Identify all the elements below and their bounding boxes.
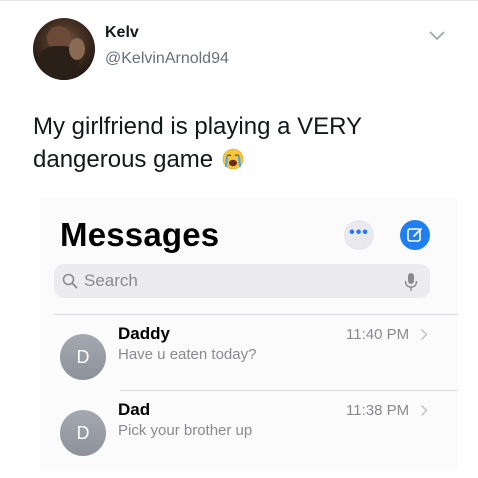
message-preview: Pick your brother up <box>118 422 253 439</box>
ellipsis-icon: ••• <box>349 224 369 241</box>
more-options-button[interactable]: ••• <box>344 220 374 250</box>
chevron-right-icon <box>420 328 428 341</box>
search-icon <box>62 273 78 289</box>
crying-face-emoji-icon <box>222 148 244 170</box>
list-divider <box>120 390 458 391</box>
compose-button[interactable] <box>400 220 430 250</box>
list-divider <box>54 314 458 315</box>
author-handle[interactable]: @KelvinArnold94 <box>105 50 229 68</box>
tweet-header: Kelv @KelvinArnold94 <box>33 18 463 82</box>
message-preview: Have u eaten today? <box>118 346 257 363</box>
messages-screenshot: Messages ••• D Daddy Have u eaten today?… <box>40 198 458 470</box>
top-divider <box>0 0 478 1</box>
author-avatar[interactable] <box>33 18 95 80</box>
conversation-row[interactable]: D Dad Pick your brother up 11:38 PM <box>40 394 458 470</box>
search-bar[interactable] <box>54 264 430 298</box>
messages-title: Messages <box>60 216 220 253</box>
contact-name: Daddy <box>118 324 170 343</box>
tweet-text: My girlfriend is playing a VERY dangerou… <box>33 110 453 176</box>
search-input[interactable] <box>84 264 404 298</box>
contact-name: Dad <box>118 400 151 419</box>
chevron-right-icon <box>420 404 428 417</box>
microphone-icon[interactable] <box>404 272 418 292</box>
message-time: 11:40 PM <box>346 326 410 343</box>
chevron-down-icon[interactable] <box>428 30 446 42</box>
author-display-name[interactable]: Kelv <box>105 24 139 42</box>
conversation-row[interactable]: D Daddy Have u eaten today? 11:40 PM <box>40 318 458 394</box>
contact-avatar: D <box>60 410 106 456</box>
tweet-body: My girlfriend is playing a VERY dangerou… <box>33 113 362 173</box>
contact-avatar: D <box>60 334 106 380</box>
compose-icon <box>407 228 422 242</box>
message-time: 11:38 PM <box>346 402 410 419</box>
